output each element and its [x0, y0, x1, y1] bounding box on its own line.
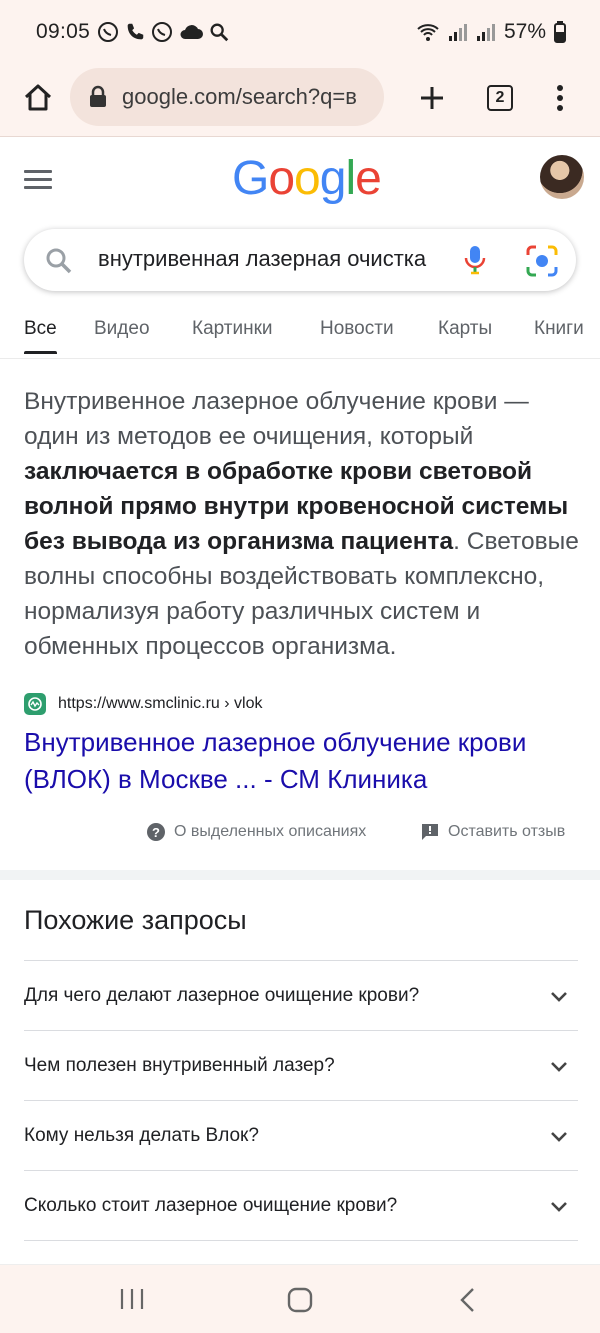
tab-maps[interactable]: Карты [438, 318, 492, 340]
recent-apps-icon[interactable] [118, 1287, 146, 1311]
question-text: Для чего делают лазерное очищение крови? [24, 985, 420, 1006]
chevron-down-icon [551, 1132, 567, 1142]
search-icon [210, 23, 229, 42]
browser-menu-button[interactable] [538, 76, 582, 120]
chevron-down-icon [551, 1062, 567, 1072]
back-icon[interactable] [458, 1287, 478, 1313]
address-bar[interactable]: google.com/search?q=в [70, 68, 384, 126]
system-nav-bar [0, 1264, 600, 1333]
result-url: https://www.smclinic.ru › vlok [58, 695, 263, 712]
status-right: 57% [416, 20, 566, 44]
more-vert-icon [557, 85, 563, 111]
notification-icons [96, 20, 230, 44]
logo-letter: l [345, 152, 356, 205]
logo-letter: o [268, 152, 295, 205]
question-text: Кому нельзя делать Влок? [24, 1125, 259, 1146]
hamburger-line [24, 178, 52, 181]
favicon-icon [28, 697, 42, 711]
logo-letter: g [319, 152, 347, 205]
battery-icon [554, 21, 566, 43]
camera-lens-icon[interactable] [524, 243, 560, 279]
help-icon: ? [147, 823, 165, 841]
hamburger-icon [24, 170, 52, 173]
question-text: Чем полезен внутривенный лазер? [24, 1055, 335, 1076]
google-logo[interactable]: Google [232, 151, 382, 206]
tab-all[interactable]: Все [24, 318, 57, 354]
microphone-icon[interactable] [458, 243, 492, 277]
tab-video[interactable]: Видео [94, 318, 150, 340]
feedback-label: Оставить отзыв [448, 823, 566, 840]
home-button[interactable] [16, 76, 60, 120]
site-favicon [24, 693, 46, 715]
avatar[interactable] [540, 155, 584, 199]
question-text: Сколько стоит лазерное очищение крови? [24, 1195, 398, 1216]
cloud-icon [180, 25, 203, 39]
whatsapp-icon [98, 22, 118, 42]
browser-toolbar: google.com/search?q=в 2 [0, 64, 600, 137]
whatsapp-icon [152, 22, 172, 42]
tab-images[interactable]: Картинки [192, 318, 273, 340]
result-source[interactable]: https://www.smclinic.ru › vlok [24, 692, 262, 716]
phone-icon [127, 23, 144, 40]
result-title-link[interactable]: Внутривенное лазерное облучение крови (В… [24, 724, 584, 798]
url-text: google.com/search?q=в [122, 84, 357, 109]
battery-percent: 57% [503, 20, 546, 43]
tab-switcher-button[interactable]: 2 [478, 76, 522, 120]
logo-letter: o [294, 152, 321, 205]
search-input[interactable]: внутривенная лазерная очистка [98, 246, 462, 272]
snippet-feedback: ? О выделенных описаниях Оставить отзыв [146, 822, 586, 846]
related-question[interactable]: Сколько стоит лазерное очищение крови? [24, 1170, 578, 1241]
status-bar: 09:05 57% [0, 0, 600, 64]
search-box[interactable]: внутривенная лазерная очистка [24, 229, 576, 291]
home-icon [24, 84, 52, 111]
related-searches-title: Похожие запросы [24, 905, 247, 935]
wifi-icon [417, 24, 439, 41]
chevron-down-icon [551, 1202, 567, 1212]
logo-letter: G [232, 152, 269, 205]
tab-news[interactable]: Новости [320, 318, 394, 340]
search-tabs: Все Видео Картинки Новости Карты Книги [0, 300, 600, 359]
signal-icon [476, 24, 495, 41]
related-question[interactable]: Кому нельзя делать Влок? [24, 1100, 578, 1170]
new-tab-button[interactable] [410, 76, 454, 120]
related-searches-list: Для чего делают лазерное очищение крови?… [24, 960, 578, 1241]
nav-home-icon[interactable] [286, 1287, 314, 1313]
feedback-icon [422, 824, 438, 840]
svg-text:?: ? [152, 825, 160, 840]
menu-button[interactable] [24, 165, 64, 197]
hamburger-line [24, 186, 52, 189]
logo-letter: e [355, 152, 382, 205]
clock: 09:05 [36, 20, 91, 43]
plus-icon [421, 87, 443, 109]
signal-icon [448, 24, 467, 41]
feedback-link[interactable]: Оставить отзыв [420, 822, 565, 842]
about-label: О выделенных описаниях [174, 823, 367, 840]
section-divider [0, 870, 600, 880]
search-icon [46, 248, 72, 274]
chevron-down-icon [551, 992, 567, 1002]
related-question[interactable]: Чем полезен внутривенный лазер? [24, 1030, 578, 1100]
lock-icon [90, 85, 106, 107]
snippet-text: Внутривенное лазерное облучение крови — … [24, 388, 529, 450]
featured-snippet: Внутривенное лазерное облучение крови — … [24, 384, 580, 664]
tab-books[interactable]: Книги [534, 318, 584, 340]
related-question[interactable]: Для чего делают лазерное очищение крови? [24, 960, 578, 1030]
tab-count: 2 [487, 85, 513, 111]
google-header: Google [0, 137, 600, 227]
about-snippets-link[interactable]: ? О выделенных описаниях [146, 822, 366, 842]
